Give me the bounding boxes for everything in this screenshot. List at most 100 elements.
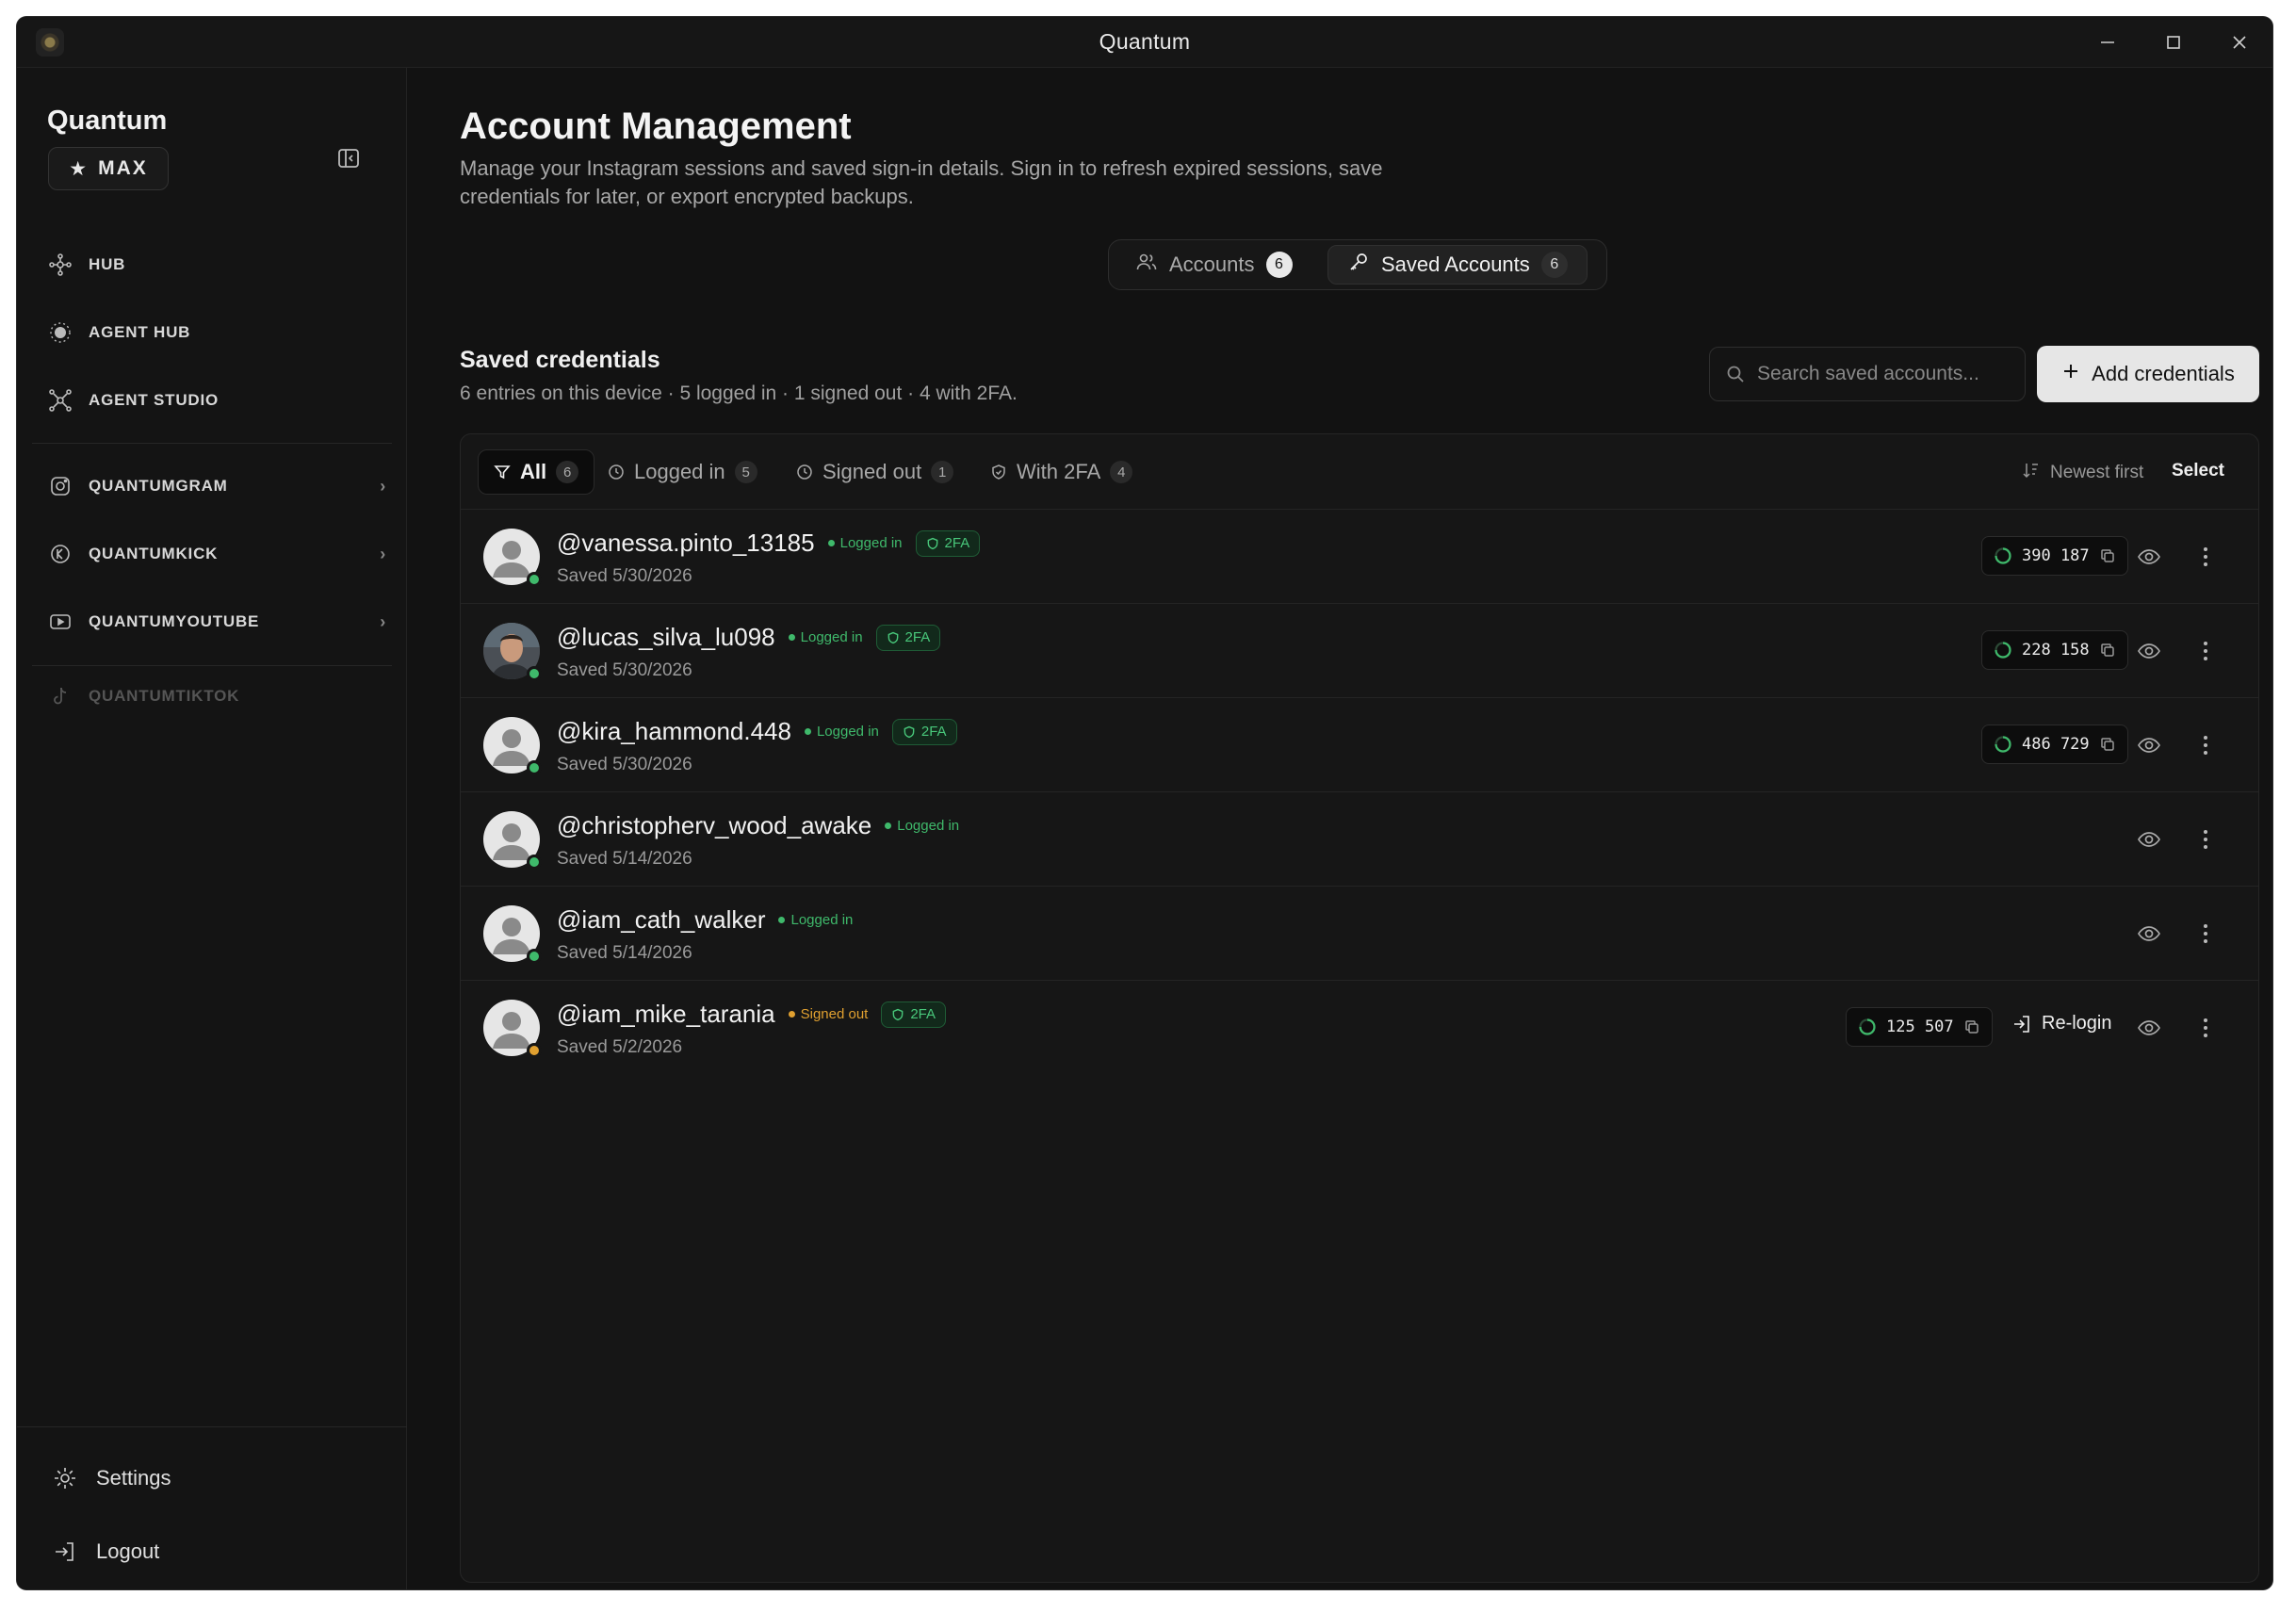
online-status-dot: [527, 949, 542, 964]
account-handle: @iam_mike_tarania: [557, 1000, 775, 1028]
sidebar-item-quantumgram[interactable]: QUANTUMGRAM ›: [47, 467, 386, 505]
sidebar: Quantum ★ MAX HUB AGENT HUB AGENT STUDIO: [17, 68, 407, 1589]
offline-status-dot: [527, 1043, 542, 1058]
sidebar-item-agent-hub[interactable]: AGENT HUB: [47, 314, 386, 351]
shield-icon: [904, 725, 915, 738]
account-row[interactable]: @iam_cath_walker Logged in Saved 5/14/20…: [461, 887, 2258, 981]
eye-icon[interactable]: [2136, 920, 2162, 947]
app-window: Quantum Quantum ★ MAX HUB AGENT HUB AGEN…: [17, 17, 2272, 1589]
more-options-icon[interactable]: [2192, 544, 2219, 570]
eye-icon[interactable]: [2136, 544, 2162, 570]
more-options-icon[interactable]: [2192, 732, 2219, 758]
filter-logged-in[interactable]: Logged in 5: [593, 449, 773, 495]
relogin-label: Re-login: [2042, 1013, 2112, 1034]
tab-saved-accounts[interactable]: Saved Accounts 6: [1327, 245, 1588, 285]
sidebar-collapse-icon[interactable]: [335, 145, 364, 173]
search-input[interactable]: [1757, 363, 2011, 385]
totp-code[interactable]: 125 507: [1846, 1007, 1993, 1047]
account-row[interactable]: @christopherv_wood_awake Logged in Saved…: [461, 792, 2258, 887]
add-credentials-label: Add credentials: [2092, 362, 2235, 385]
add-credentials-button[interactable]: Add credentials: [2037, 346, 2259, 402]
eye-icon[interactable]: [2136, 826, 2162, 853]
account-row[interactable]: @lucas_silva_lu098 Logged in 2FA Saved 5…: [461, 604, 2258, 698]
filter-count: 6: [556, 461, 579, 483]
eye-icon[interactable]: [2136, 732, 2162, 758]
2fa-badge: 2FA: [891, 718, 957, 745]
tab-label: Accounts: [1169, 252, 1255, 276]
more-options-icon[interactable]: [2192, 826, 2219, 853]
clock-icon: [608, 464, 625, 480]
more-options-icon[interactable]: [2192, 1015, 2219, 1041]
status-label: Logged in: [800, 629, 863, 645]
hub-icon: [47, 252, 73, 278]
saved-date: Saved 5/30/2026: [557, 566, 692, 586]
close-icon[interactable]: [2206, 17, 2272, 68]
account-handle: @christopherv_wood_awake: [557, 811, 872, 839]
users-icon: [1135, 251, 1158, 279]
shield-icon: [927, 537, 937, 549]
account-row[interactable]: @kira_hammond.448 Logged in 2FA Saved 5/…: [461, 698, 2258, 792]
relogin-button[interactable]: Re-login: [2011, 1013, 2111, 1034]
2fa-badge: 2FA: [875, 624, 941, 651]
totp-code[interactable]: 228 158: [1981, 630, 2128, 670]
account-handle-line: @iam_mike_tarania Signed out 2FA: [557, 1000, 947, 1029]
totp-code[interactable]: 486 729: [1981, 725, 2128, 764]
login-icon: [2014, 1015, 2029, 1033]
totp-code-value: 486 729: [2022, 735, 2090, 754]
logout-button[interactable]: Logout: [51, 1538, 159, 1566]
account-row[interactable]: @iam_mike_tarania Signed out 2FA Saved 5…: [461, 981, 2258, 1075]
account-handle-line: @christopherv_wood_awake Logged in: [557, 811, 959, 840]
page-title: Account Management: [460, 106, 852, 147]
saved-date: Saved 5/14/2026: [557, 849, 692, 869]
sidebar-item-quantumkick[interactable]: QUANTUMKICK ›: [47, 535, 386, 573]
sidebar-item-label: QUANTUMKICK: [89, 545, 219, 562]
tab-label: Saved Accounts: [1381, 252, 1530, 276]
totp-code[interactable]: 390 187: [1981, 536, 2128, 576]
account-row[interactable]: @vanessa.pinto_13185 Logged in 2FA Saved…: [461, 510, 2258, 604]
tab-count-badge: 6: [1540, 252, 1568, 278]
title-bar: Quantum: [17, 17, 2272, 68]
tab-count-badge: 6: [1265, 252, 1293, 278]
agent-studio-icon: [47, 387, 73, 414]
online-status-dot: [527, 760, 542, 775]
account-handle: @vanessa.pinto_13185: [557, 529, 815, 557]
filter-label: Signed out: [822, 460, 922, 483]
sidebar-item-quantumyoutube[interactable]: QUANTUMYOUTUBE ›: [47, 603, 386, 641]
more-options-icon[interactable]: [2192, 920, 2219, 947]
account-handle: @lucas_silva_lu098: [557, 623, 775, 651]
star-icon: ★: [69, 157, 90, 180]
select-button[interactable]: Select: [2172, 461, 2224, 481]
sidebar-item-label: QUANTUMTIKTOK: [89, 687, 240, 705]
sidebar-item-agent-studio[interactable]: AGENT STUDIO: [47, 382, 386, 419]
window-title: Quantum: [1099, 29, 1191, 54]
sidebar-item-hub[interactable]: HUB: [47, 246, 386, 284]
filter-with-2fa[interactable]: With 2FA 4: [975, 449, 1148, 495]
filter-all[interactable]: All 6: [478, 449, 595, 495]
maximize-icon[interactable]: [2141, 17, 2206, 68]
chevron-right-icon: ›: [380, 611, 386, 631]
minimize-icon[interactable]: [2075, 17, 2141, 68]
section-title: Saved credentials: [460, 347, 660, 373]
brand-name: Quantum: [47, 106, 168, 136]
copy-icon: [2100, 549, 2114, 562]
eye-icon[interactable]: [2136, 1015, 2162, 1041]
timer-ring-icon: [1995, 547, 2011, 564]
more-options-icon[interactable]: [2192, 638, 2219, 664]
eye-icon[interactable]: [2136, 638, 2162, 664]
account-handle-line: @vanessa.pinto_13185 Logged in 2FA: [557, 529, 981, 558]
status-badge: Logged in: [804, 724, 879, 740]
account-handle-line: @iam_cath_walker Logged in: [557, 905, 853, 935]
online-status-dot: [527, 855, 542, 870]
totp-code-value: 125 507: [1886, 1018, 1954, 1036]
sidebar-item-label: HUB: [89, 255, 126, 273]
plan-badge-label: MAX: [98, 157, 148, 179]
settings-button[interactable]: Settings: [51, 1464, 171, 1492]
tab-accounts[interactable]: Accounts 6: [1116, 245, 1311, 285]
saved-date: Saved 5/30/2026: [557, 755, 692, 774]
sort-button[interactable]: Newest first: [2022, 461, 2143, 485]
filter-signed-out[interactable]: Signed out 1: [781, 449, 969, 495]
account-handle-line: @kira_hammond.448 Logged in 2FA: [557, 717, 957, 746]
sidebar-divider: [17, 1426, 407, 1427]
status-label: Logged in: [816, 724, 879, 740]
account-handle: @iam_cath_walker: [557, 905, 766, 934]
